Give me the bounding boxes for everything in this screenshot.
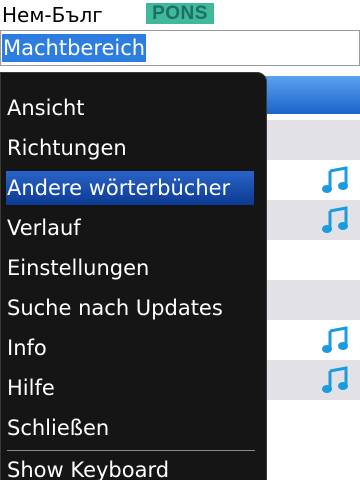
menu-item[interactable]: Andere wörterbücher bbox=[6, 171, 254, 205]
menu-item[interactable]: Suche nach Updates bbox=[1, 291, 267, 325]
music-note-icon[interactable] bbox=[320, 366, 350, 396]
menu-item[interactable]: Schließen bbox=[1, 411, 267, 445]
menu-divider bbox=[7, 450, 255, 451]
music-note-icon[interactable] bbox=[320, 206, 350, 236]
search-input[interactable]: Machtbereich bbox=[0, 30, 360, 66]
menu-item[interactable]: Einstellungen bbox=[1, 251, 267, 285]
music-note-icon[interactable] bbox=[320, 166, 350, 196]
app-header: Нем-Бълг PONS bbox=[0, 0, 360, 30]
menu-item[interactable]: Verlauf bbox=[1, 211, 267, 245]
language-pair[interactable]: Нем-Бълг bbox=[2, 3, 103, 27]
menu-item[interactable]: Show Keyboard bbox=[1, 453, 267, 480]
music-note-icon[interactable] bbox=[320, 326, 350, 356]
search-input-value[interactable]: Machtbereich bbox=[2, 34, 147, 62]
menu-item[interactable]: Richtungen bbox=[1, 131, 267, 165]
context-menu: Ansicht Richtungen Andere wörterbücher Verl… bbox=[0, 72, 267, 480]
pons-logo: PONS bbox=[146, 3, 214, 24]
menu-item[interactable]: Info bbox=[1, 331, 267, 365]
menu-item[interactable]: Ansicht bbox=[1, 91, 267, 125]
menu-item[interactable]: Hilfe bbox=[1, 371, 267, 405]
